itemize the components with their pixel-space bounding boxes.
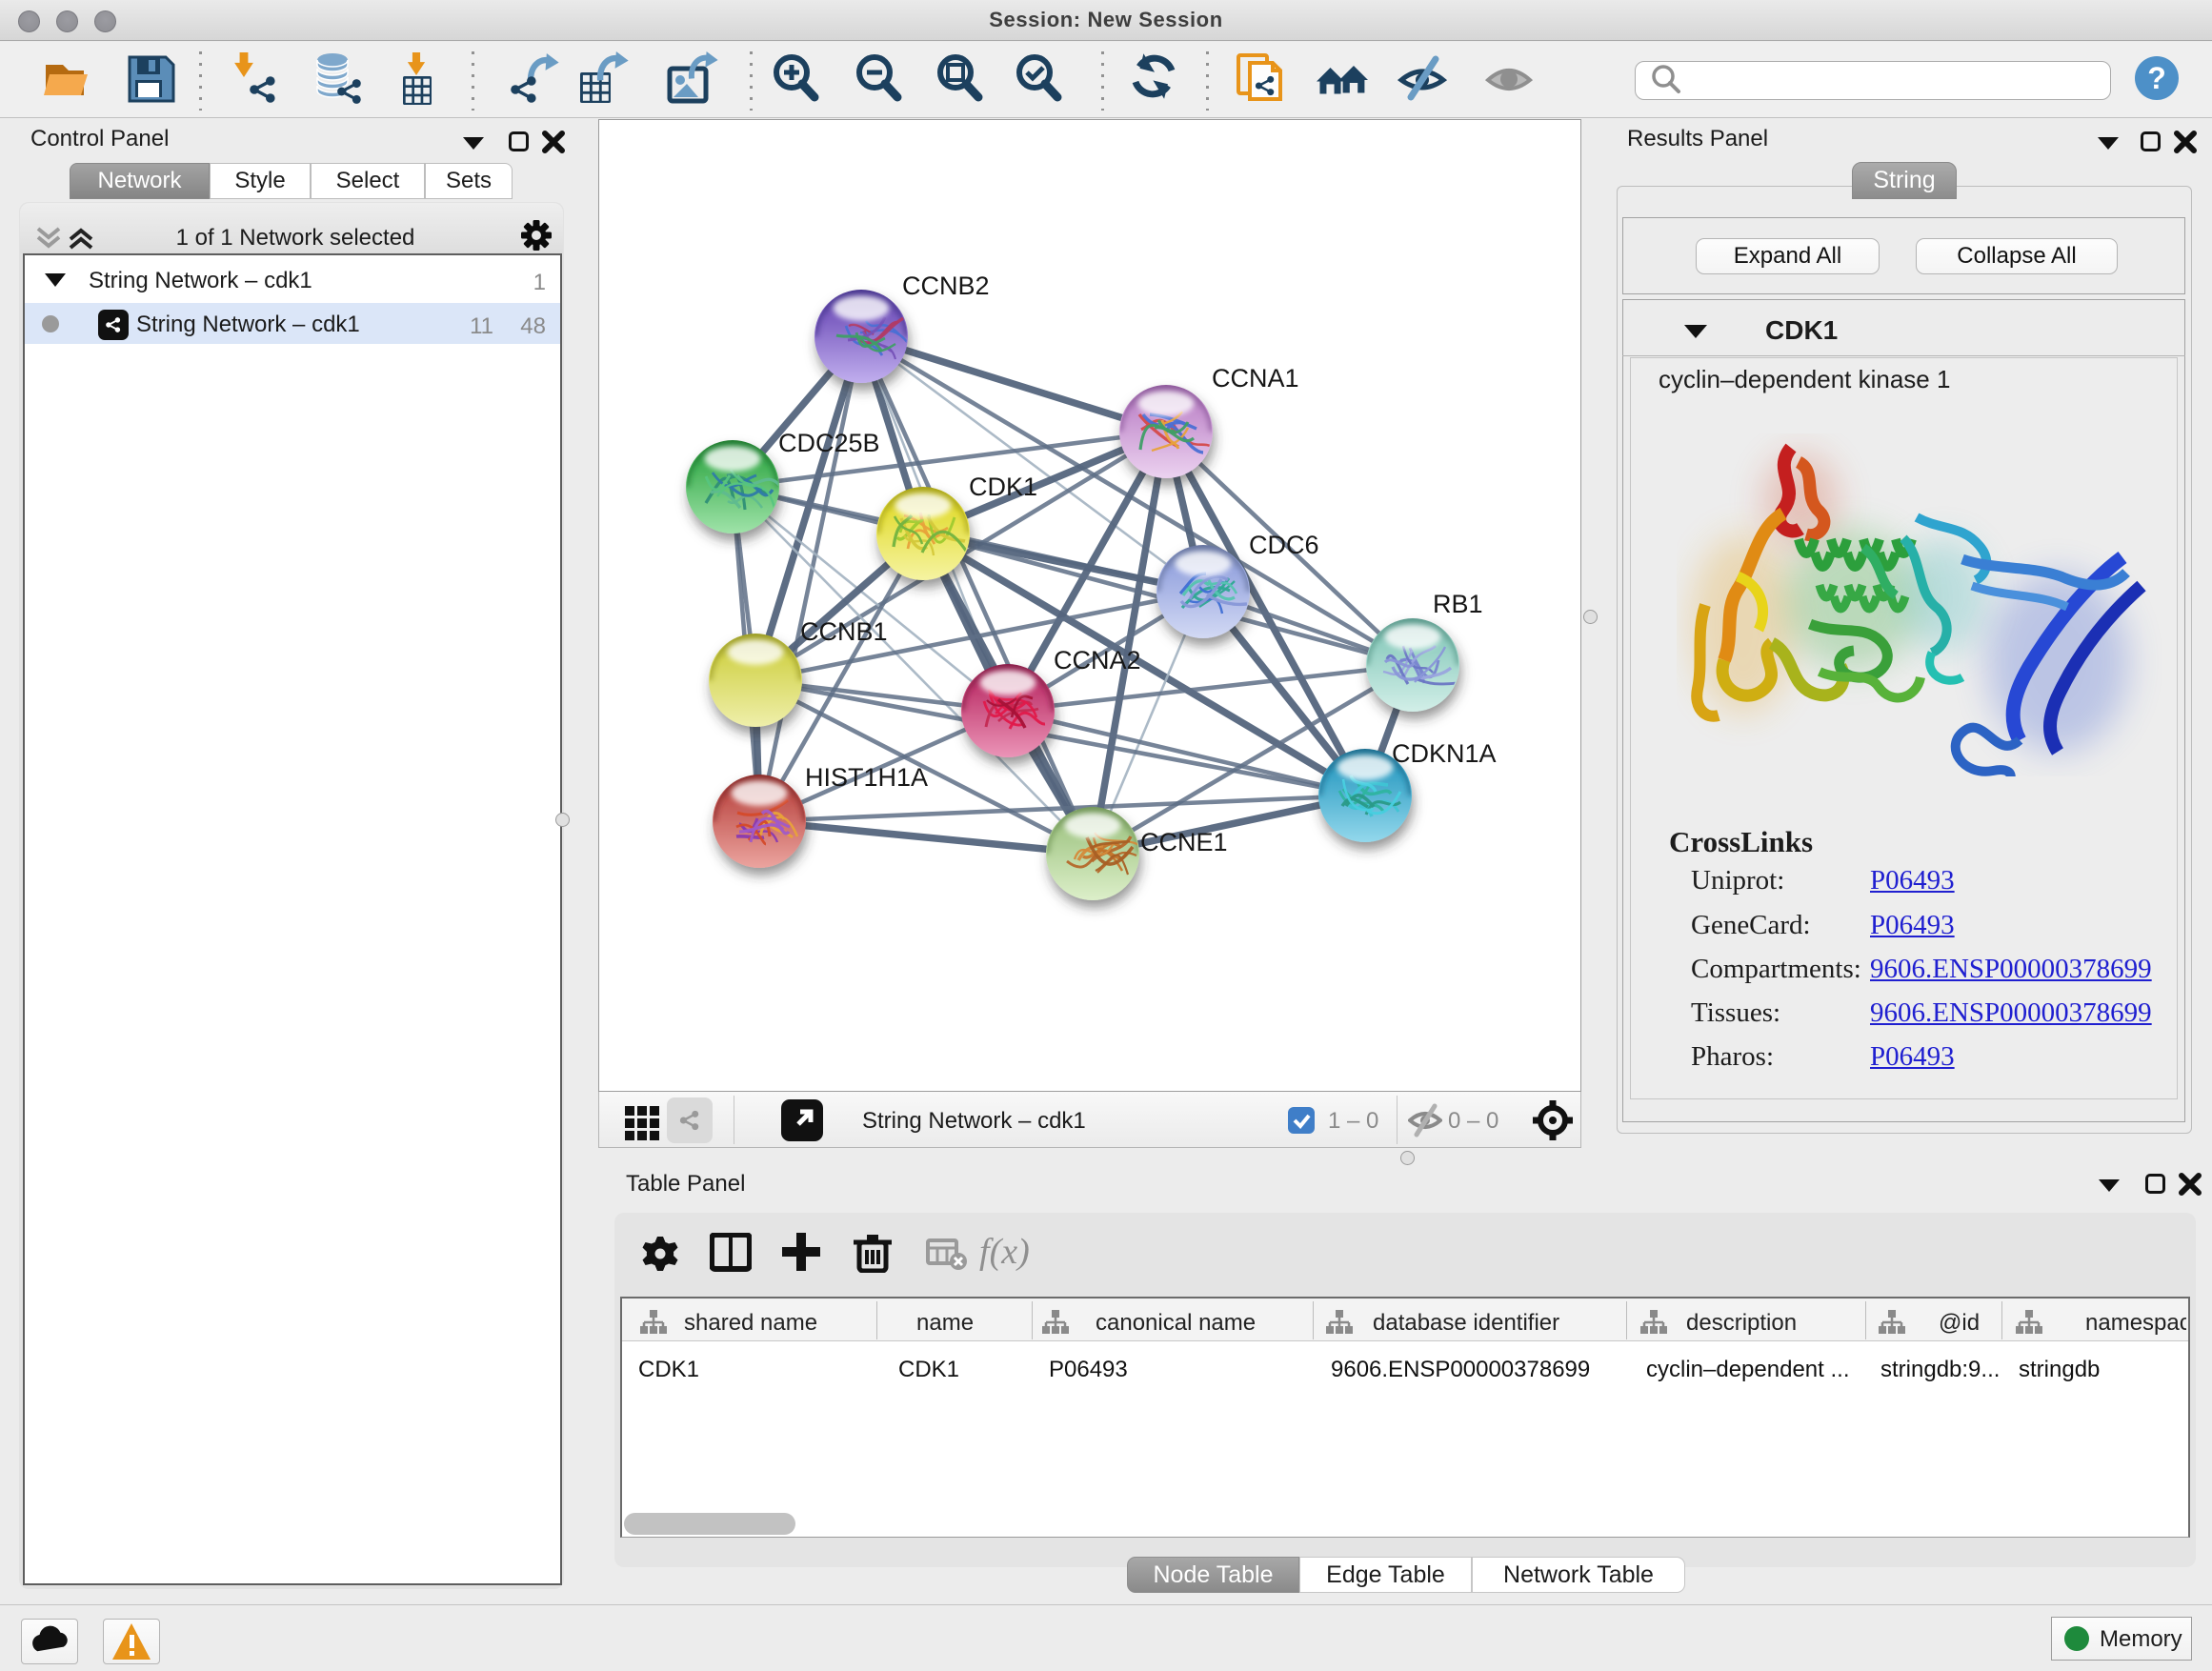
svg-text:?: ? <box>2147 61 2166 95</box>
